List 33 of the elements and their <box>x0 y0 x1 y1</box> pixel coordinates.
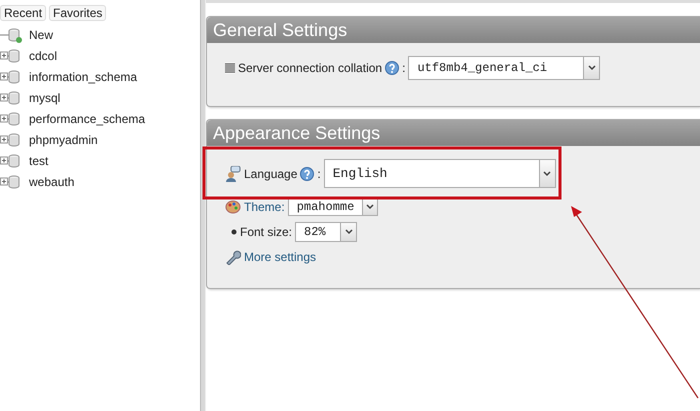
colon: : <box>317 166 321 182</box>
palette-icon <box>225 199 241 215</box>
help-icon <box>300 166 314 180</box>
database-name[interactable]: test <box>29 152 48 170</box>
caret-icon <box>366 204 374 210</box>
more-settings-link[interactable]: More settings <box>244 248 316 266</box>
colon: : <box>402 60 406 77</box>
sidebar-tab[interactable]: Favorites <box>49 5 106 21</box>
panel-title: General Settings <box>207 17 700 43</box>
caret-icon <box>543 170 552 176</box>
caret-icon <box>344 229 353 235</box>
field-label: Theme: <box>244 199 285 216</box>
bullet-icon <box>231 229 237 235</box>
caret-icon <box>588 65 596 71</box>
database-name[interactable]: information_schema <box>29 68 138 86</box>
dropdown[interactable]: utf8mb4_general_ci <box>408 56 600 80</box>
database-name[interactable]: performance_schema <box>29 110 146 128</box>
field-label: Server connection collation <box>238 60 382 77</box>
database-name[interactable]: cdcol <box>29 46 58 64</box>
list-icon <box>225 63 235 73</box>
wrench-icon <box>225 249 241 265</box>
dropdown[interactable]: 82% <box>295 222 358 242</box>
field-label: Font size: <box>240 224 292 241</box>
database-name[interactable]: phpmyadmin <box>29 130 98 148</box>
sidebar-tab[interactable]: Recent <box>0 5 46 21</box>
panel-title: Appearance Settings <box>207 120 700 146</box>
database-name[interactable]: mysql <box>29 88 60 106</box>
dropdown[interactable]: English <box>324 159 556 188</box>
database-name[interactable]: webauth <box>29 172 74 190</box>
field-label: Language <box>244 166 298 182</box>
database-name[interactable]: New <box>29 26 54 44</box>
help-icon <box>385 61 400 75</box>
language-icon <box>225 166 241 182</box>
